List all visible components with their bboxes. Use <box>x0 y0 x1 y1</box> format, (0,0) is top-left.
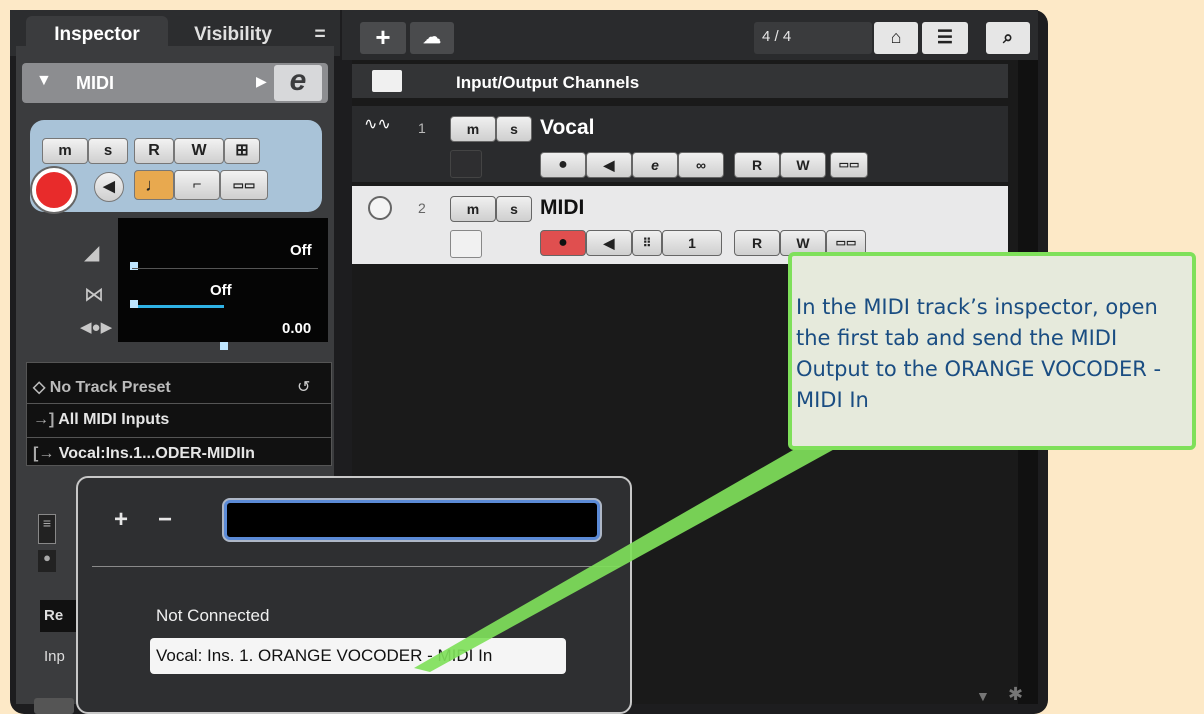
annotation-pointer-shape <box>414 446 840 672</box>
annotation-text: In the MIDI track’s inspector, open the … <box>796 295 1162 412</box>
